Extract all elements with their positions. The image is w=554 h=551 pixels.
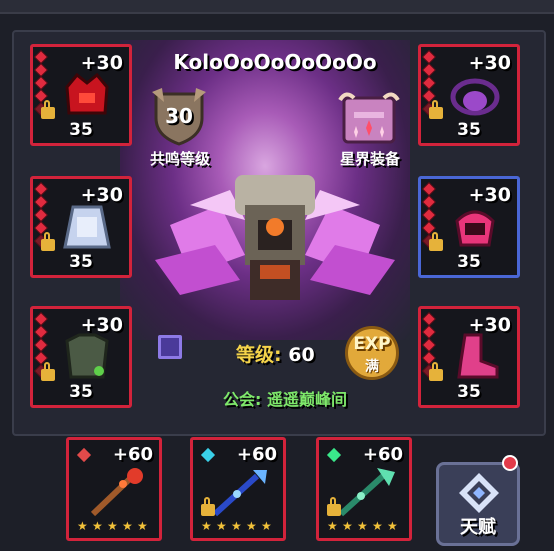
ice-trident-icon [212,470,267,517]
enhance-level: +30 [80,52,123,74]
equip-slot-cape[interactable]: +30 35 [30,176,132,278]
chest-armor-icon [65,333,109,379]
player-name: KoloOoOoOoOoOo [173,50,377,74]
gauntlet-icon [455,210,495,247]
exp-full-badge[interactable]: EXP 满 [345,326,399,380]
talent-emblem-icon [459,473,499,513]
item-level: 35 [69,120,93,140]
helmet-icon [65,72,109,115]
weapon-slot-1[interactable]: +60 ★ ★ ★ ★ ★ [66,437,162,541]
character-level: 等级: 60 [236,340,315,367]
item-level: 35 [457,120,481,140]
enhance-level: +30 [468,184,511,206]
green-trident-icon [338,468,395,517]
weapon-gem-icon [200,447,216,463]
level-value: 60 [288,344,315,366]
necklace-icon [450,78,500,116]
resonance-level-badge[interactable]: 30 [150,88,208,146]
lock-icon [429,362,443,381]
exp-text: EXP [353,334,391,354]
weapon-enhance-level: +60 [362,444,403,465]
lock-icon [41,100,55,119]
equip-slot-helmet[interactable]: +30 35 [30,44,132,146]
equip-slot-gauntlet[interactable]: +30 35 [418,176,520,278]
weapon-stars: ★ ★ ★ ★ ★ [77,519,148,533]
enhance-level: +30 [80,184,123,206]
lock-icon [41,232,55,251]
lock-icon [201,497,215,516]
enhance-level: +30 [468,52,511,74]
weapon-gem-icon [76,447,92,463]
astral-equipment-label: 星界装备 [339,150,400,168]
equip-slot-boots[interactable]: +30 35 [418,306,520,408]
boots-icon [457,333,499,379]
resonance-level-label: 共鸣等级 [149,150,210,168]
talent-label: 天赋 [460,517,496,538]
level-label: 等级: [236,344,282,366]
equip-slot-necklace[interactable]: +30 35 [418,44,520,146]
weapon-slot-2[interactable]: +60 ★ ★ ★ ★ ★ [190,437,286,541]
top-bar [0,0,554,14]
weapon-slot-3[interactable]: +60 ★ ★ ★ ★ ★ [316,437,412,541]
lock-icon [429,100,443,119]
astral-chest-icon [338,92,400,144]
astral-equipment-badge[interactable] [338,90,400,146]
guild-name[interactable]: 公会: 遥遥巅峰间 [190,386,380,410]
item-level: 35 [69,252,93,272]
enhance-level: +30 [80,314,123,336]
enhance-level: +30 [468,314,511,336]
resonance-level-value: 30 [165,104,193,128]
weapon-stars: ★ ★ ★ ★ ★ [201,519,272,533]
exp-full-text: 满 [365,359,379,375]
weapon-stars: ★ ★ ★ ★ ★ [327,519,398,533]
lock-icon [429,232,443,251]
weapon-gem-icon [326,447,342,463]
fire-staff-icon [90,468,143,517]
item-level: 35 [457,382,481,402]
hero-body [235,175,315,300]
cape-icon [63,205,111,249]
item-level: 35 [69,382,93,402]
character-sprite[interactable] [150,165,400,315]
equip-slot-chest[interactable]: +30 35 [30,306,132,408]
item-level: 35 [457,252,481,272]
lock-icon [41,362,55,381]
weapon-enhance-level: +60 [236,444,277,465]
weapon-enhance-level: +60 [112,444,153,465]
skill-icon[interactable] [158,335,182,359]
lock-icon [327,497,341,516]
notification-dot [502,455,518,471]
talent-button[interactable]: 天赋 [436,462,520,546]
